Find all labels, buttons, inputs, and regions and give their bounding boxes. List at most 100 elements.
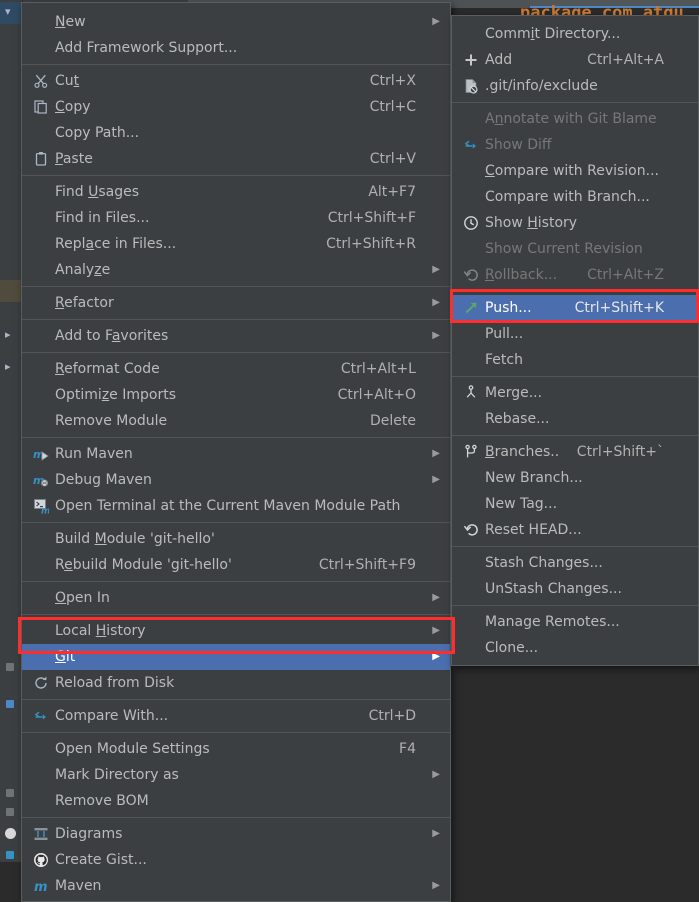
menu-item-add-framework-support[interactable]: Add Framework Support... <box>22 35 450 61</box>
menu-item-find-usages[interactable]: Find Usages Alt+F7 <box>22 179 450 205</box>
menu-item-label: Cut <box>55 73 80 89</box>
none <box>30 234 52 254</box>
menu-item-label: Run Maven <box>55 446 133 462</box>
menu-item-label: Remove Module <box>55 413 168 429</box>
menu-item-label: Clone... <box>485 640 539 656</box>
menu-item-open-module-settings[interactable]: Open Module Settings F4 <box>22 736 450 762</box>
reset-icon <box>460 520 482 540</box>
git-submenu[interactable]: Commit Directory... Add Ctrl+Alt+A .git/inf… <box>451 15 699 666</box>
menu-item-replace-in-files[interactable]: Replace in Files... Ctrl+Shift+R <box>22 231 450 257</box>
menu-item-remove-module[interactable]: Remove Module Delete <box>22 408 450 434</box>
menu-item-show-history[interactable]: Show History <box>452 210 698 236</box>
menu-item-cut[interactable]: Cut Ctrl+X <box>22 68 450 94</box>
none <box>30 38 52 58</box>
menu-item-mark-directory-as[interactable]: Mark Directory as ▶ <box>22 762 450 788</box>
menu-item-git-info-exclude[interactable]: .git/info/exclude <box>452 73 698 99</box>
menu-item-label: Push... <box>485 300 532 316</box>
tree-row-selected[interactable]: ▾ <box>0 2 22 24</box>
menu-item-shortcut: F4 <box>399 741 416 757</box>
menu-item-new-branch[interactable]: New Branch... <box>452 465 698 491</box>
none <box>30 791 52 811</box>
menu-item-shortcut: Ctrl+Alt+L <box>340 361 416 377</box>
tree-row-collapsed-1[interactable]: ▸ <box>0 325 22 347</box>
menu-item-create-gist[interactable]: Create Gist... <box>22 847 450 873</box>
menu-separator <box>22 352 450 353</box>
menu-item-clone[interactable]: Clone... <box>452 635 698 661</box>
menu-item-maven[interactable]: m Maven ▶ <box>22 873 450 899</box>
menu-item-new-tag[interactable]: New Tag... <box>452 491 698 517</box>
clock-icon <box>460 213 482 233</box>
menu-item-push[interactable]: Push... Ctrl+Shift+K <box>452 295 698 321</box>
menu-item-new[interactable]: New ▶ <box>22 9 450 35</box>
menu-item-branches[interactable]: Branches... Ctrl+Shift+` <box>452 439 698 465</box>
menu-item-label: Commit Directory... <box>485 26 621 42</box>
menu-item-merge[interactable]: Merge... <box>452 380 698 406</box>
menu-item-compare-with-revision[interactable]: Compare with Revision... <box>452 158 698 184</box>
menu-item-reset-head[interactable]: Reset HEAD... <box>452 517 698 543</box>
chevron-right-icon[interactable]: ▸ <box>5 361 15 372</box>
menu-item-pull[interactable]: Pull... <box>452 321 698 347</box>
menu-item-label: Compare with Revision... <box>485 163 659 179</box>
none <box>460 350 482 370</box>
menu-item-commit-directory[interactable]: Commit Directory... <box>452 21 698 47</box>
menu-item-build-module-git-hello[interactable]: Build Module 'git-hello' <box>22 526 450 552</box>
project-tool-window-tree[interactable]: ▾ ▸ ▸ <box>0 0 22 862</box>
menu-item-add[interactable]: Add Ctrl+Alt+A <box>452 47 698 73</box>
menu-item-shortcut: Ctrl+Shift+F <box>327 210 416 226</box>
menu-item-compare-with[interactable]: Compare With... Ctrl+D <box>22 703 450 729</box>
menu-item-optimize-imports[interactable]: Optimize Imports Ctrl+Alt+O <box>22 382 450 408</box>
menu-item-analyze[interactable]: Analyze ▶ <box>22 257 450 283</box>
tree-row-highlighted[interactable] <box>0 280 22 302</box>
menu-item-shortcut: Alt+F7 <box>368 184 416 200</box>
menu-item-label: Add Framework Support... <box>55 40 238 56</box>
menu-item-label: Remove BOM <box>55 793 149 809</box>
menu-item-open-terminal-at-the-current-maven-module-path[interactable]: m Open Terminal at the Current Maven Modu… <box>22 493 450 519</box>
none <box>460 579 482 599</box>
menu-item-reload-from-disk[interactable]: Reload from Disk <box>22 670 450 696</box>
tree-node-chip <box>6 789 14 797</box>
menu-item-label: Compare with Branch... <box>485 189 650 205</box>
menu-item-git[interactable]: Git ▶ <box>22 644 450 670</box>
menu-item-label: Rollback... <box>485 267 558 283</box>
menu-item-diagrams[interactable]: Diagrams ▶ <box>22 821 450 847</box>
menu-item-compare-with-branch[interactable]: Compare with Branch... <box>452 184 698 210</box>
menu-item-label: Add <box>485 52 513 68</box>
menu-item-annotate-with-git-blame: Annotate with Git Blame <box>452 106 698 132</box>
menu-item-label: Replace in Files... <box>55 236 177 252</box>
menu-item-reformat-code[interactable]: Reformat Code Ctrl+Alt+L <box>22 356 450 382</box>
menu-item-copy[interactable]: Copy Ctrl+C <box>22 94 450 120</box>
menu-item-refactor[interactable]: Refactor ▶ <box>22 290 450 316</box>
menu-item-label: Find Usages <box>55 184 140 200</box>
github-icon <box>30 850 52 870</box>
chevron-right-icon[interactable]: ▸ <box>5 329 15 340</box>
menu-item-copy-path[interactable]: Copy Path... <box>22 120 450 146</box>
menu-item-debug-maven[interactable]: m Debug Maven ▶ <box>22 467 450 493</box>
menu-item-find-in-files[interactable]: Find in Files... Ctrl+Shift+F <box>22 205 450 231</box>
menu-item-label: Show History <box>485 215 578 231</box>
menu-item-stash-changes[interactable]: Stash Changes... <box>452 550 698 576</box>
menu-item-label: Open Module Settings <box>55 741 210 757</box>
none <box>460 187 482 207</box>
menu-item-label: Open In <box>55 590 110 606</box>
none <box>30 208 52 228</box>
menu-item-local-history[interactable]: Local History ▶ <box>22 618 450 644</box>
menu-item-add-to-favorites[interactable]: Add to Favorites ▶ <box>22 323 450 349</box>
menu-item-rebase[interactable]: Rebase... <box>452 406 698 432</box>
menu-item-manage-remotes[interactable]: Manage Remotes... <box>452 609 698 635</box>
project-view-context-menu[interactable]: New ▶ Add Framework Support... Cut Ctrl+X Cop… <box>21 2 451 902</box>
none <box>30 647 52 667</box>
menu-item-paste[interactable]: Paste Ctrl+V <box>22 146 450 172</box>
menu-item-remove-bom[interactable]: Remove BOM <box>22 788 450 814</box>
menu-item-rebuild-module-git-hello[interactable]: Rebuild Module 'git-hello' Ctrl+Shift+F9 <box>22 552 450 578</box>
menu-item-unstash-changes[interactable]: UnStash Changes... <box>452 576 698 602</box>
chevron-down-icon[interactable]: ▾ <box>5 6 15 17</box>
menu-item-open-in[interactable]: Open In ▶ <box>22 585 450 611</box>
tree-node-chip <box>6 663 14 671</box>
menu-item-label: Compare With... <box>55 708 169 724</box>
none <box>460 494 482 514</box>
menu-item-run-maven[interactable]: m Run Maven ▶ <box>22 441 450 467</box>
menu-separator <box>22 581 450 582</box>
menu-item-fetch[interactable]: Fetch <box>452 347 698 373</box>
branch-icon <box>460 442 482 462</box>
tree-row-collapsed-2[interactable]: ▸ <box>0 357 22 379</box>
